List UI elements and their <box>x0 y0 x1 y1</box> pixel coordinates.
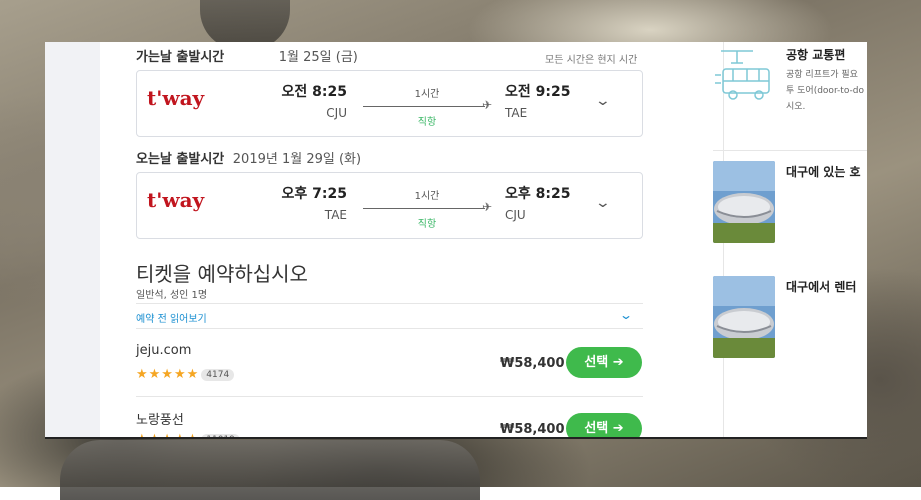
flight-details-panel: 가는날 출발시간 1월 25일 (금) 모든 시간은 현지 시간 t'way 오… <box>45 42 867 438</box>
panel-bottom-border <box>45 437 867 439</box>
sidebar-item-title[interactable]: 대구에서 렌터 <box>786 278 856 295</box>
booking-title: 티켓을 예약하십시오 <box>136 262 308 286</box>
outbound-duration: 1시간 <box>414 89 440 100</box>
vendor-name[interactable]: jeju.com <box>136 343 191 358</box>
select-button[interactable]: 선택 ➔ <box>566 413 642 438</box>
airport-transport-desc: 공항 리프트가 필요 투 도어(door-to-do 시오. <box>786 67 867 115</box>
desc-line: 투 도어(door-to-do <box>786 86 864 96</box>
outbound-arr-code: TAE <box>505 106 528 120</box>
route-line <box>363 208 485 209</box>
left-gutter <box>45 42 100 438</box>
tway-logo: t'way <box>147 86 205 110</box>
return-arrival: 오후 8:25 CJU <box>505 183 585 222</box>
read-before-booking-link[interactable]: 예약 전 읽어보기 <box>136 310 207 325</box>
outbound-direct: 직항 <box>417 117 437 128</box>
return-arr-time: 오후 8:25 <box>505 186 571 202</box>
shuttle-bus-icon <box>715 50 770 100</box>
return-label: 오는날 출발시간 <box>136 152 225 167</box>
divider <box>713 150 867 151</box>
return-arr-code: CJU <box>505 208 526 222</box>
vendor-price: ₩58,400 <box>500 356 565 371</box>
return-date: 2019년 1월 29일 (화) <box>232 152 362 167</box>
return-direct: 직항 <box>417 219 437 230</box>
desc-line: 공항 리프트가 필요 <box>786 70 858 80</box>
booking-subtitle: 일반석, 성인 1명 <box>136 290 208 301</box>
stadium-thumbnail[interactable] <box>713 161 775 243</box>
outbound-arr-time: 오전 9:25 <box>505 84 571 100</box>
stadium-thumbnail[interactable] <box>713 276 775 358</box>
outbound-header: 가는날 출발시간 1월 25일 (금) <box>136 46 358 65</box>
local-time-note: 모든 시간은 현지 시간 <box>545 55 638 66</box>
outbound-date: 1월 25일 (금) <box>278 50 358 65</box>
chevron-down-icon[interactable]: ⌄ <box>595 93 611 109</box>
route-line <box>363 106 485 107</box>
plane-icon: ✈ <box>482 98 493 112</box>
airplane-silhouette <box>60 440 480 500</box>
sidebar-item-title[interactable]: 대구에 있는 호 <box>786 163 861 180</box>
star-icons: ★★★★★ <box>136 367 200 382</box>
desc-line: 시오. <box>786 102 806 112</box>
divider <box>136 328 643 329</box>
airport-transport-title[interactable]: 공항 교통편 <box>786 46 845 63</box>
return-flight-card[interactable]: t'way 오후 7:25 TAE 1시간 ✈ 직항 오후 8:25 CJU ⌄ <box>136 172 643 239</box>
vendor-name[interactable]: 노랑풍선 <box>136 409 184 428</box>
vendor-rating: ★★★★★ 4174 <box>136 367 235 382</box>
return-duration: 1시간 <box>414 191 440 202</box>
tway-logo: t'way <box>147 188 205 212</box>
outbound-departure: 오전 8:25 CJU <box>267 81 347 120</box>
return-departure: 오후 7:25 TAE <box>267 183 347 222</box>
outbound-arrival: 오전 9:25 TAE <box>505 81 585 120</box>
outbound-dep-time: 오전 8:25 <box>281 84 347 100</box>
chevron-down-icon[interactable]: ⌄ <box>619 308 633 322</box>
review-count: 4174 <box>201 368 235 381</box>
divider <box>136 396 643 397</box>
return-dep-code: TAE <box>324 208 347 222</box>
outbound-flight-card[interactable]: t'way 오전 8:25 CJU 1시간 ✈ 직항 오전 9:25 TAE ⌄ <box>136 70 643 137</box>
return-dep-time: 오후 7:25 <box>281 186 347 202</box>
outbound-dep-code: CJU <box>326 106 347 120</box>
divider <box>136 303 643 304</box>
outbound-label: 가는날 출발시간 <box>136 50 225 65</box>
vendor-price: ₩58,400 <box>500 422 565 437</box>
select-button[interactable]: 선택 ➔ <box>566 347 642 378</box>
return-header: 오는날 출발시간 2019년 1월 29일 (화) <box>136 148 361 167</box>
chevron-down-icon[interactable]: ⌄ <box>595 195 611 211</box>
plane-icon: ✈ <box>482 200 493 214</box>
